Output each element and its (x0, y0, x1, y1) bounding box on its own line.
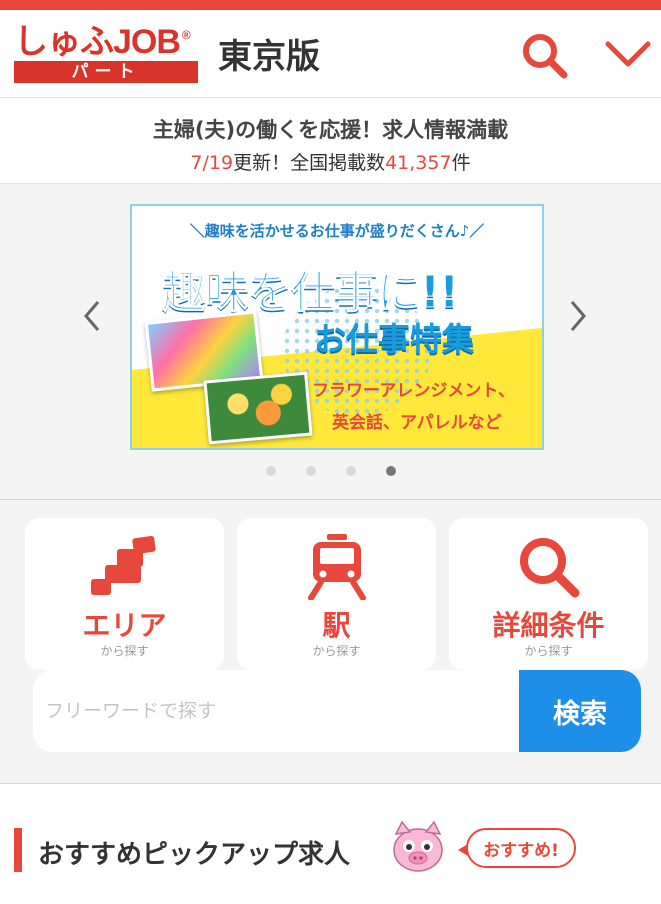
tagline: 主婦(夫)の働くを応援！求人情報満載 7/19更新！全国掲載数41,357件 (0, 98, 661, 184)
card-label: エリア (82, 609, 167, 642)
freeword-search-bar: 検索 (33, 670, 641, 752)
carousel-pager (0, 466, 661, 476)
header-actions (517, 28, 655, 82)
chevron-left-icon[interactable] (72, 296, 112, 336)
edition-title: 東京版 (218, 37, 320, 77)
header: しゅふJOB ® パート 東京版 (0, 10, 661, 98)
detail-search-button[interactable]: 詳細条件 から探す (449, 518, 648, 670)
section-accent-bar (14, 828, 22, 872)
banner-line2: 英会話、アパレルなど (332, 413, 502, 433)
banner-carousel: ＼趣味を活かせるお仕事が盛りだくさん♪／ 趣味を仕事に!! お仕事特集 フラワー… (0, 184, 661, 500)
logo-reg-mark: ® (181, 27, 191, 42)
chevron-down-icon[interactable] (601, 28, 655, 82)
logo-main: しゅふJOB ® (14, 25, 198, 59)
section-title: おすすめピックアップ求人 (38, 840, 351, 870)
recommend-badge: おすすめ! (458, 828, 576, 868)
station-search-button[interactable]: 駅 から探す (237, 518, 436, 670)
banner-top-text: ＼趣味を活かせるお仕事が盛りだくさん♪／ (189, 222, 485, 240)
search-cards: エリア から探す 駅 から探す 詳細条件 から探す (25, 518, 648, 670)
card-sublabel: から探す (312, 644, 361, 658)
search-icon[interactable] (517, 28, 571, 82)
feature-banner[interactable]: ＼趣味を活かせるお仕事が盛りだくさん♪／ 趣味を仕事に!! お仕事特集 フラワー… (130, 204, 544, 450)
card-label: 詳細条件 (492, 609, 605, 642)
logo-sub: パート (14, 60, 198, 83)
chevron-right-icon[interactable] (558, 296, 598, 336)
update-text: 更新！全国掲載数 (233, 152, 386, 174)
card-sublabel: から探す (524, 644, 573, 658)
tagline-stats: 7/19更新！全国掲載数41,357件 (0, 148, 661, 175)
listing-unit: 件 (451, 152, 471, 174)
banner-line1: フラワーアレンジメント、 (312, 381, 515, 401)
card-sublabel: から探す (100, 644, 149, 658)
listing-count: 41,357 (385, 152, 452, 174)
pager-dot-active[interactable] (385, 466, 396, 476)
map-icon (25, 532, 224, 602)
banner-title: 趣味を仕事に!! (161, 267, 459, 319)
pager-dot[interactable] (265, 466, 276, 476)
update-date: 7/19 (190, 152, 234, 174)
site-logo[interactable]: しゅふJOB ® パート (14, 25, 198, 83)
flowers-photo (203, 371, 313, 445)
pig-mascot-icon (388, 820, 452, 874)
tagline-main: 主婦(夫)の働くを応援！求人情報満載 (152, 118, 509, 142)
search-icon (449, 532, 648, 602)
search-area: エリア から探す 駅 から探す 詳細条件 から探す フリーワードで探す 検索 (0, 500, 661, 784)
logo-main-text: しゅふJOB (14, 22, 181, 61)
pager-dot[interactable] (345, 466, 356, 476)
freeword-input[interactable] (33, 670, 519, 752)
search-button[interactable]: 検索 (519, 670, 641, 752)
pickup-section-header: おすすめピックアップ求人 おすすめ! (0, 784, 661, 900)
train-icon (237, 532, 436, 602)
area-search-button[interactable]: エリア から探す (25, 518, 224, 670)
top-accent-bar (0, 0, 661, 10)
pager-dot[interactable] (305, 466, 316, 476)
banner-subtitle: お仕事特集 (314, 320, 475, 358)
card-label: 駅 (322, 609, 351, 642)
